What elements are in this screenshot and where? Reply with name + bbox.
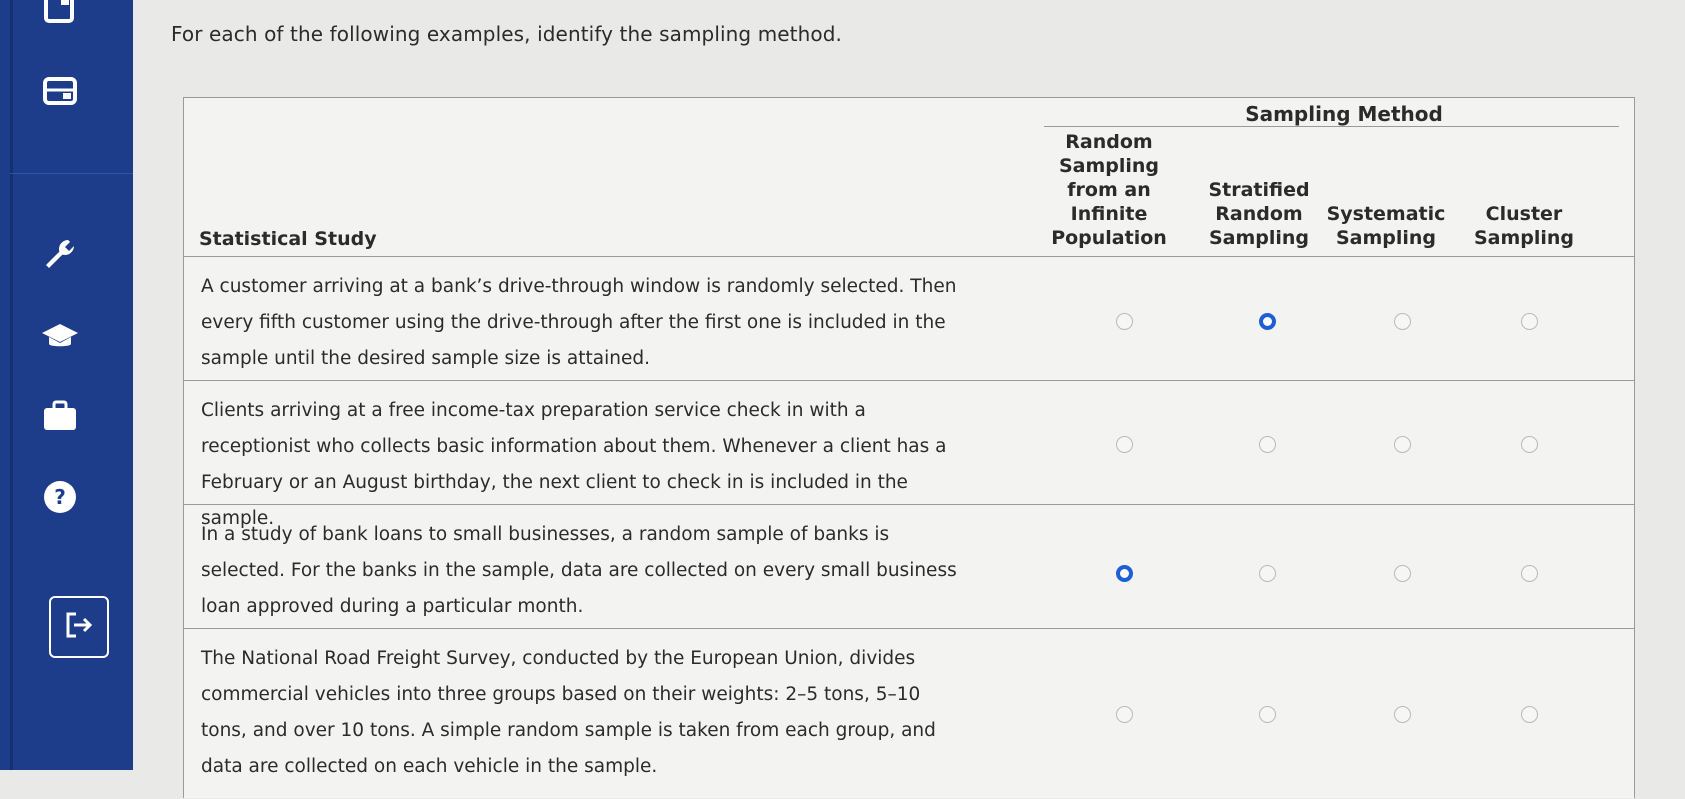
- svg-text:?: ?: [54, 485, 66, 509]
- column-header-cluster: Cluster Sampling: [1473, 203, 1575, 249]
- radio-random-infinite[interactable]: [1116, 706, 1133, 723]
- group-header: Sampling Method: [1245, 102, 1443, 126]
- radio-cluster[interactable]: [1521, 436, 1538, 453]
- group-header-underline: [1044, 126, 1619, 127]
- radio-cluster[interactable]: [1521, 313, 1538, 330]
- briefcase-icon[interactable]: [35, 391, 85, 441]
- table-row: A customer arriving at a bank’s drive-th…: [184, 257, 1634, 381]
- column-header-random-infinite: Random Sampling from an Infinite Populat…: [1051, 131, 1167, 249]
- book-icon[interactable]: [35, 0, 85, 32]
- graduation-cap-icon[interactable]: [35, 311, 85, 361]
- radio-cluster[interactable]: [1521, 565, 1538, 582]
- study-text: A customer arriving at a bank’s drive-th…: [201, 276, 957, 369]
- radio-stratified[interactable]: [1259, 565, 1276, 582]
- exit-button[interactable]: [49, 596, 109, 658]
- radio-stratified[interactable]: [1259, 436, 1276, 453]
- radio-random-infinite[interactable]: [1116, 565, 1133, 582]
- sidebar-divider: [10, 173, 133, 174]
- column-header-stratified: Stratified Random Sampling: [1208, 179, 1310, 249]
- main-content: For each of the following examples, iden…: [133, 0, 1685, 798]
- radio-systematic[interactable]: [1394, 565, 1411, 582]
- sidebar-rail: [10, 0, 13, 770]
- help-icon[interactable]: ?: [35, 472, 85, 522]
- radio-systematic[interactable]: [1394, 706, 1411, 723]
- sidebar: ?: [0, 0, 133, 770]
- study-text: In a study of bank loans to small busine…: [201, 524, 957, 617]
- column-header-systematic: Systematic Sampling: [1326, 203, 1446, 249]
- wrench-icon[interactable]: [35, 229, 85, 279]
- radio-random-infinite[interactable]: [1116, 436, 1133, 453]
- radio-systematic[interactable]: [1394, 436, 1411, 453]
- table-row: Clients arriving at a free income-tax pr…: [184, 381, 1634, 529]
- sampling-method-table: Sampling Method Statistical Study Random…: [183, 97, 1635, 798]
- exit-icon: [64, 610, 94, 644]
- instructions: For each of the following examples, iden…: [171, 22, 842, 46]
- study-text: The National Road Freight Survey, conduc…: [201, 648, 936, 777]
- radio-stratified[interactable]: [1259, 706, 1276, 723]
- study-column-header: Statistical Study: [199, 228, 377, 250]
- radio-random-infinite[interactable]: [1116, 313, 1133, 330]
- table-row: The National Road Freight Survey, conduc…: [184, 629, 1634, 799]
- table-row: In a study of bank loans to small busine…: [184, 505, 1634, 629]
- radio-cluster[interactable]: [1521, 706, 1538, 723]
- radio-systematic[interactable]: [1394, 313, 1411, 330]
- card-icon[interactable]: [35, 66, 85, 116]
- table-header: Sampling Method Statistical Study Random…: [184, 98, 1634, 256]
- radio-stratified[interactable]: [1259, 313, 1276, 330]
